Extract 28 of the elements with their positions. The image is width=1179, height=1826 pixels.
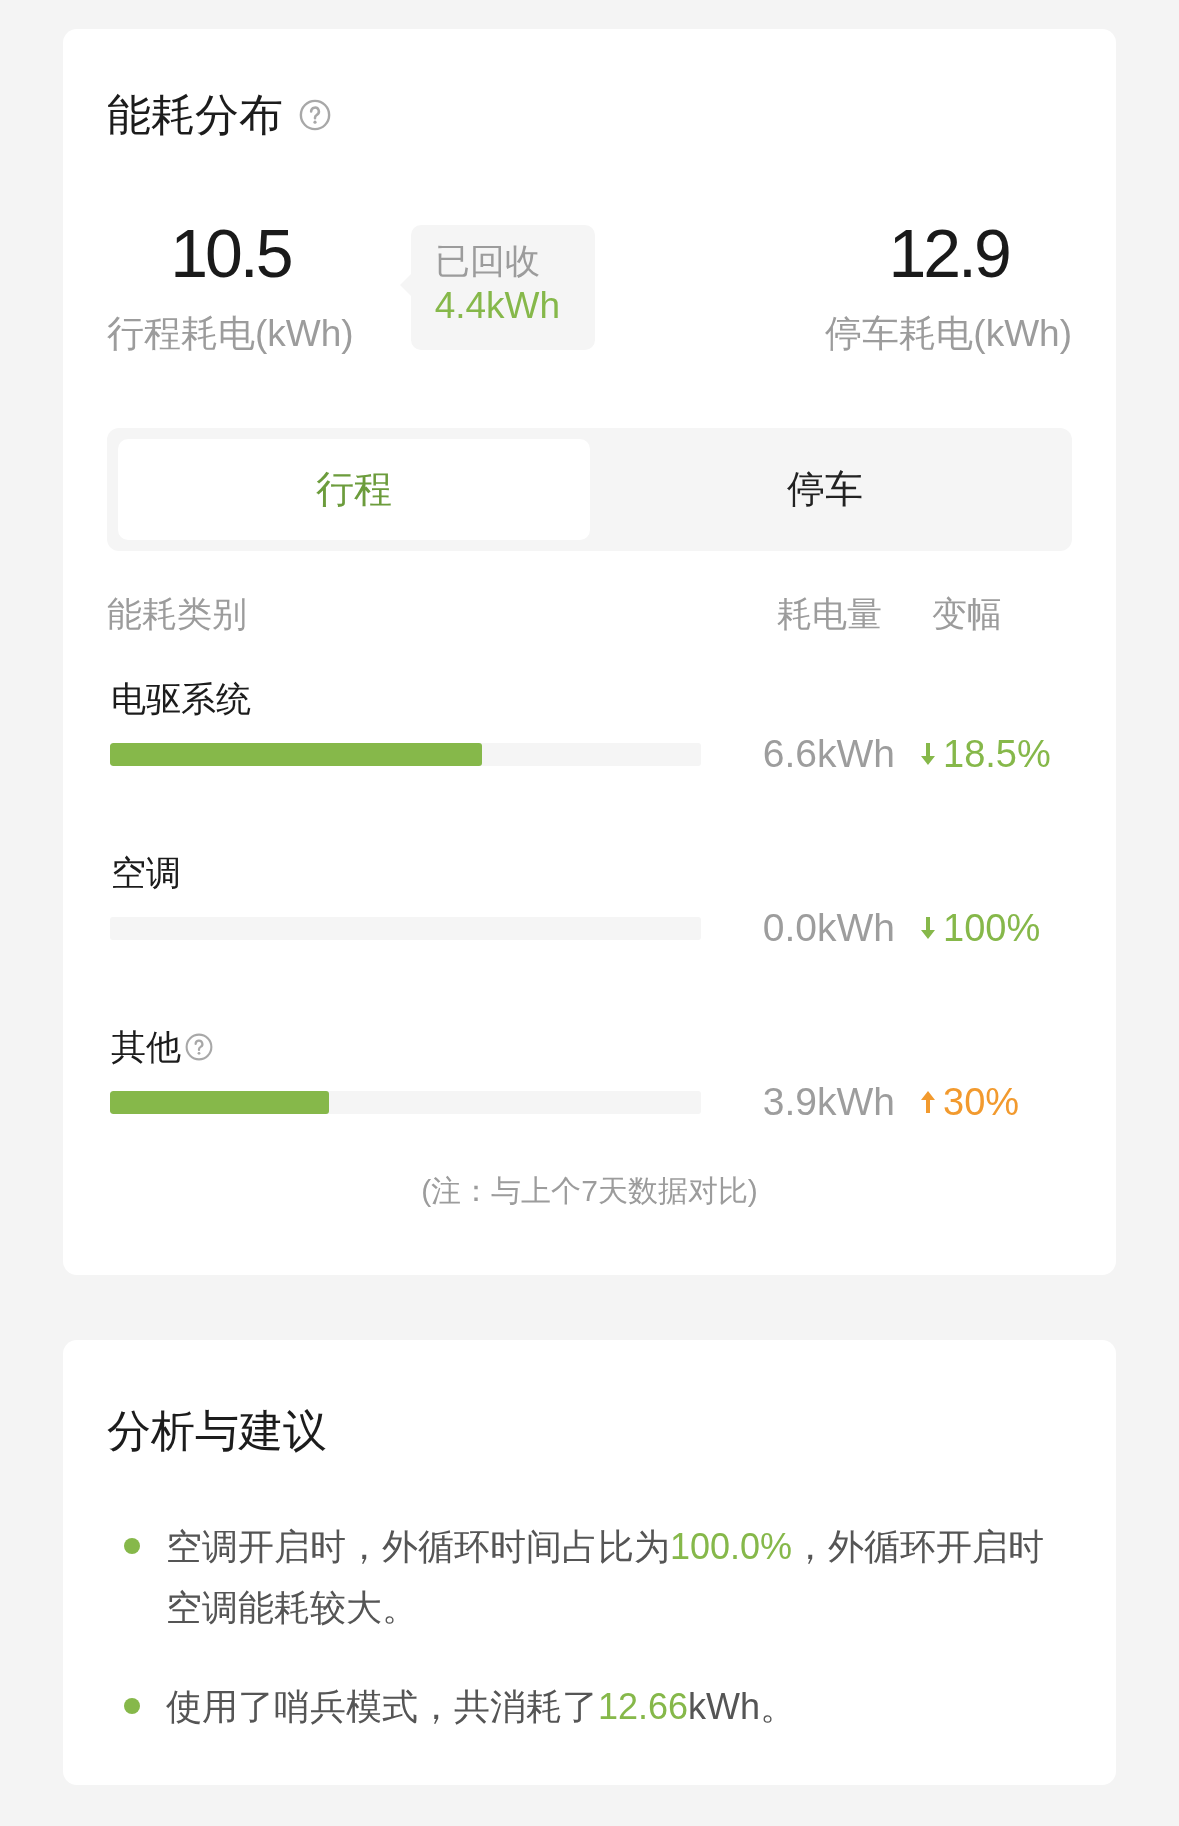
recovered-label: 已回收 xyxy=(434,240,541,282)
stat-value: 12.9 xyxy=(888,217,1009,289)
column-header: 耗电量 xyxy=(777,594,882,633)
change-value: 18.5% xyxy=(943,732,1051,777)
change-value: 30% xyxy=(943,1080,1020,1125)
analysis-text: 使用了哨兵模式，共消耗了12.66kWh。 xyxy=(166,1685,798,1729)
usage-value: 0.0kWh xyxy=(762,905,895,951)
footnote: (注：与上个7天数据对比) xyxy=(421,1173,758,1209)
stat-value: 10.5 xyxy=(170,217,291,289)
tab[interactable]: 停车 xyxy=(589,439,1061,540)
category-name: 空调 xyxy=(111,852,181,894)
analysis-text: 空调开启时，外循环时间占比为100.0%，外循环开启时空调能耗较大。 xyxy=(166,1525,1046,1630)
stat-label: 行程耗电(kWh) xyxy=(107,312,354,356)
help-icon[interactable] xyxy=(299,99,331,131)
change-value: 100% xyxy=(943,906,1041,951)
stat-label: 停车耗电(kWh) xyxy=(825,312,1072,356)
recovered-value: 4.4kWh xyxy=(434,284,562,328)
card-title: 能耗分布 xyxy=(107,89,283,141)
category-name: 电驱系统 xyxy=(111,678,251,720)
bullet-icon xyxy=(124,1538,140,1554)
help-icon[interactable] xyxy=(185,1033,213,1061)
usage-value: 6.6kWh xyxy=(762,731,895,777)
column-header: 能耗类别 xyxy=(107,594,247,633)
category-name: 其他 xyxy=(111,1026,181,1068)
column-header: 变幅 xyxy=(932,594,1002,633)
card-title: 分析与建议 xyxy=(107,1405,327,1457)
bullet-icon xyxy=(124,1698,140,1714)
usage-value: 3.9kWh xyxy=(762,1079,895,1125)
